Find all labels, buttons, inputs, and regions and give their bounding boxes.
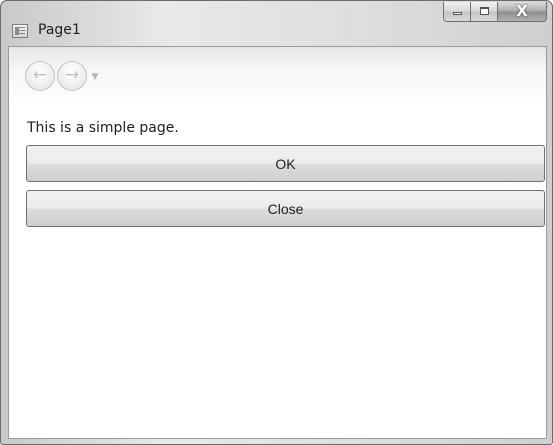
app-page-icon[interactable]: [12, 24, 28, 38]
back-arrow-icon: ←: [32, 65, 48, 85]
back-button[interactable]: ←: [25, 61, 55, 91]
minimize-icon: [453, 12, 462, 15]
caption-buttons: X: [443, 2, 547, 22]
maximize-button[interactable]: [471, 2, 498, 22]
forward-button[interactable]: →: [57, 61, 87, 91]
close-window-button[interactable]: X: [498, 2, 547, 22]
ok-button[interactable]: OK: [26, 145, 545, 182]
chevron-down-icon: ▼: [91, 72, 99, 82]
window-title: Page1: [38, 22, 81, 38]
history-dropdown-button[interactable]: ▼: [89, 71, 101, 83]
client-area: ← → ▼ This is a simple page. OK Close: [8, 46, 547, 439]
page-text: This is a simple page.: [27, 120, 179, 136]
minimize-button[interactable]: [443, 2, 471, 22]
forward-arrow-icon: →: [64, 65, 80, 85]
navigation-bar: ← → ▼: [9, 47, 546, 103]
close-icon: X: [516, 2, 528, 20]
title-bar[interactable]: Page1 X: [1, 1, 552, 45]
maximize-icon: [480, 7, 489, 15]
application-window: Page1 X ← → ▼ This is a simple page. OK …: [0, 0, 553, 445]
close-button[interactable]: Close: [26, 190, 545, 227]
